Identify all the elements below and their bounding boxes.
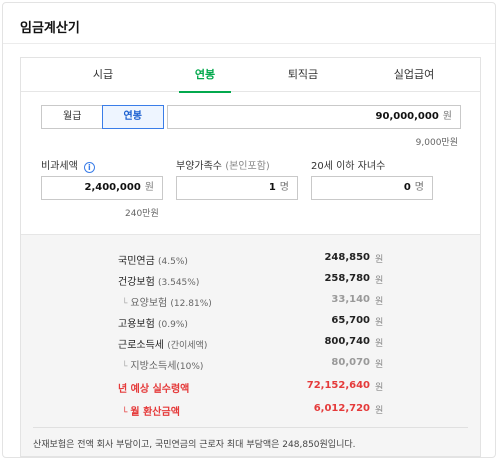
app-title: 임금계산기 xyxy=(20,21,80,36)
dependents-label: 부양가족수 (본인포함) xyxy=(176,161,270,172)
result-row-care-insurance: └ 요양보험 (12.81%) 33,140 원 xyxy=(122,294,384,309)
info-icon[interactable]: i xyxy=(83,162,95,173)
dependents-input[interactable]: 1명 xyxy=(176,176,298,200)
footnote: 산재보험은 전액 회사 부담이고, 국민연금의 근로자 최대 부담액은 248,… xyxy=(33,440,356,450)
children-input[interactable]: 0명 xyxy=(311,176,433,200)
salary-value: 90,000,000 xyxy=(375,111,439,122)
calculator-panel: 시급 연봉 퇴직금 실업급여 월급 연봉 90,000,000 원 9,000만원… xyxy=(20,57,481,457)
tax-free-hint: 240만원 xyxy=(125,209,159,219)
tax-free-input[interactable]: 2,400,000 원 xyxy=(41,176,163,200)
result-row-national-pension: 국민연금 (4.5%) 248,850 원 xyxy=(118,252,384,267)
tax-free-label: 비과세액 i xyxy=(41,157,95,173)
note-divider xyxy=(33,427,468,428)
salary-hint: 9,000만원 xyxy=(415,138,458,148)
tab-hourly[interactable]: 시급 xyxy=(73,58,133,92)
tab-unemployment[interactable]: 실업급여 xyxy=(379,58,449,92)
result-section: 국민연금 (4.5%) 248,850 원 건강보험 (3.545%) 258,7… xyxy=(21,234,480,456)
tax-free-unit: 원 xyxy=(144,182,154,193)
tax-free-value: 2,400,000 xyxy=(84,182,141,193)
tab-active-underline xyxy=(179,91,231,93)
children-value: 0 xyxy=(403,182,411,193)
result-row-income-tax: 근로소득세 (간이세액) 800,740 원 xyxy=(118,336,384,351)
dependents-value: 1 xyxy=(268,182,276,193)
tab-severance[interactable]: 퇴직금 xyxy=(273,58,333,92)
annual-option-button[interactable]: 연봉 xyxy=(101,105,164,129)
result-row-monthly-net: └ 월 환산금액 6,012,720 원 xyxy=(122,403,384,418)
calculator-card: 임금계산기 시급 연봉 퇴직금 실업급여 월급 연봉 90,000,000 원 9… xyxy=(2,2,496,458)
dependents-unit: 명 xyxy=(279,182,289,193)
corner-icon: └ xyxy=(122,408,128,418)
tab-annual[interactable]: 연봉 xyxy=(179,58,231,93)
result-row-annual-net: 년 예상 실수령액 72,152,640 원 xyxy=(118,380,384,395)
title-divider xyxy=(3,43,495,44)
corner-icon: └ xyxy=(122,299,128,309)
corner-icon: └ xyxy=(122,362,128,372)
salary-unit: 원 xyxy=(442,111,452,122)
children-unit: 명 xyxy=(414,182,424,193)
salary-input[interactable]: 90,000,000 원 xyxy=(167,105,461,129)
children-label: 20세 이하 자녀수 xyxy=(311,161,386,172)
result-row-employment-insurance: 고용보험 (0.9%) 65,700 원 xyxy=(118,315,384,330)
result-row-health-insurance: 건강보험 (3.545%) 258,780 원 xyxy=(118,273,384,288)
result-row-local-income-tax: └ 지방소득세(10%) 80,070 원 xyxy=(122,357,384,372)
tab-bar: 시급 연봉 퇴직금 실업급여 xyxy=(21,58,480,93)
pay-type-toggle: 월급 연봉 xyxy=(41,105,164,129)
monthly-option-button[interactable]: 월급 xyxy=(42,106,103,128)
